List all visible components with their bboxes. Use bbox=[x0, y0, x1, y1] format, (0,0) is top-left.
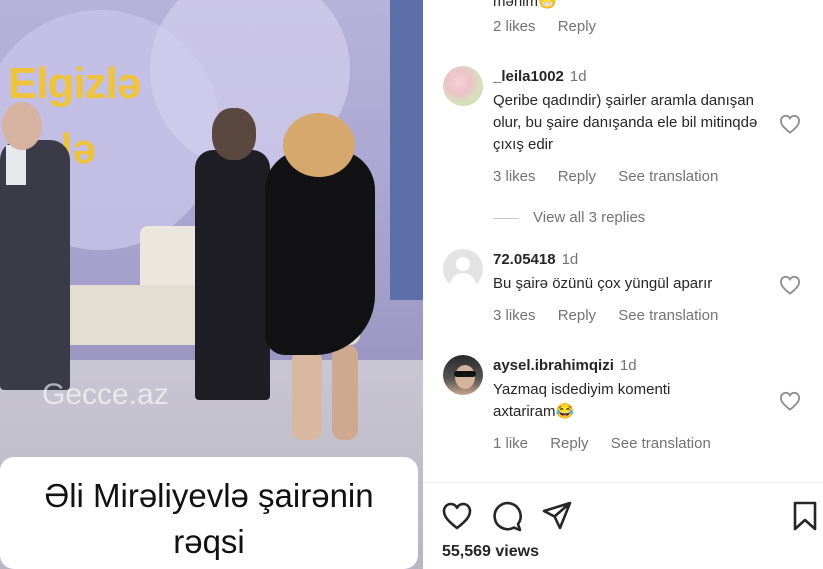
comment-username[interactable]: _leila1002 1d bbox=[493, 68, 587, 85]
avatar[interactable] bbox=[443, 66, 483, 106]
see-translation-link[interactable]: See translation bbox=[618, 307, 718, 324]
heart-icon[interactable] bbox=[779, 391, 801, 411]
heart-icon[interactable] bbox=[441, 500, 473, 532]
man-head bbox=[2, 102, 42, 150]
reply-button[interactable]: Reply bbox=[558, 18, 596, 35]
avatar-sunglasses bbox=[454, 371, 476, 377]
reply-button[interactable]: Reply bbox=[550, 435, 588, 452]
comment-meta: 3 likes Reply See translation bbox=[493, 168, 736, 185]
comment-meta: 2 likes Reply bbox=[493, 18, 614, 35]
dancer-leg bbox=[332, 345, 358, 440]
comment-text: Yazmaq isdediyim komenti axtariram😂 bbox=[493, 381, 671, 420]
poet-figure bbox=[195, 150, 270, 400]
show-logo-line1: Elgizlə bbox=[8, 59, 141, 108]
avatar-placeholder-head bbox=[456, 257, 470, 271]
comment-time: 1d bbox=[619, 357, 637, 374]
avatar[interactable] bbox=[443, 249, 483, 289]
divider bbox=[423, 482, 823, 483]
views-count: 55,569 views bbox=[442, 543, 539, 560]
see-translation-link[interactable]: See translation bbox=[611, 435, 711, 452]
divider-line bbox=[493, 217, 519, 219]
like-count[interactable]: 3 likes bbox=[493, 307, 536, 324]
dancer-leg bbox=[292, 350, 322, 440]
heart-icon[interactable] bbox=[779, 275, 801, 295]
action-bar bbox=[423, 500, 823, 532]
dancer-figure bbox=[265, 150, 375, 355]
comment-icon[interactable] bbox=[491, 500, 523, 532]
comment-text-truncated: mənim😁 bbox=[493, 0, 557, 10]
comments-panel: mənim😁 2 likes Reply _leila1002 1d Qeribe… bbox=[423, 0, 823, 569]
comment-username[interactable]: 72.05418 1d bbox=[493, 251, 578, 268]
poet-head bbox=[212, 108, 256, 160]
heart-icon[interactable] bbox=[779, 114, 801, 134]
caption-line2: rəqsi bbox=[173, 523, 245, 560]
avatar-placeholder-body bbox=[450, 273, 476, 289]
man-shirt bbox=[6, 145, 26, 185]
avatar[interactable] bbox=[443, 355, 483, 395]
studio-wall bbox=[390, 0, 423, 300]
like-count[interactable]: 1 like bbox=[493, 435, 528, 452]
comment-username[interactable]: aysel.ibrahimqizi 1d bbox=[493, 357, 637, 374]
watermark: Gecce.az bbox=[42, 378, 169, 411]
comment-meta: 3 likes Reply See translation bbox=[493, 307, 736, 324]
like-count[interactable]: 2 likes bbox=[493, 18, 536, 35]
dancer-head bbox=[283, 113, 355, 177]
reply-button[interactable]: Reply bbox=[558, 307, 596, 324]
comment-text: Qeribe qadındir) şairler aramla danışan … bbox=[493, 92, 758, 153]
see-translation-link[interactable]: See translation bbox=[618, 168, 718, 185]
like-count[interactable]: 3 likes bbox=[493, 168, 536, 185]
video-player[interactable]: Elgizlə izlə Gecce.az Əli Mirəliyevlə şa… bbox=[0, 0, 423, 569]
video-caption: Əli Mirəliyevlə şairənin rəqsi bbox=[0, 457, 418, 569]
send-icon[interactable] bbox=[541, 500, 573, 532]
comment-time: 1d bbox=[569, 68, 587, 85]
caption-line1: Əli Mirəliyevlə şairənin bbox=[44, 477, 374, 514]
comment-meta: 1 like Reply See translation bbox=[493, 435, 729, 452]
reply-button[interactable]: Reply bbox=[558, 168, 596, 185]
avatar-face bbox=[455, 365, 475, 389]
comment-text: Bu şairə özünü çox yüngül aparır bbox=[493, 275, 713, 292]
bookmark-icon[interactable] bbox=[789, 500, 821, 532]
view-replies-link[interactable]: View all 3 replies bbox=[493, 209, 645, 226]
comment-time: 1d bbox=[561, 251, 579, 268]
